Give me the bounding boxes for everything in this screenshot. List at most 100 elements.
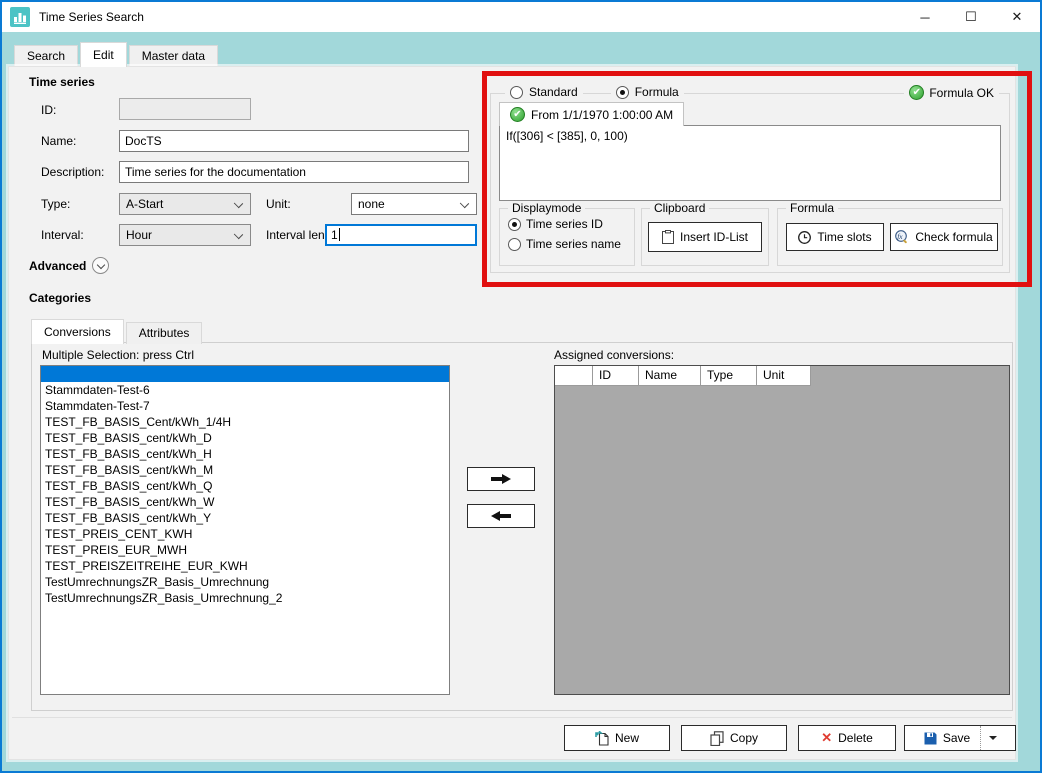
title-bar: Time Series Search ─ ☐ ✕	[2, 2, 1040, 32]
tab-edit[interactable]: Edit	[80, 42, 127, 67]
list-item[interactable]: TestUmrechnungsZR_Basis_Umrechnung	[41, 574, 449, 590]
formula-mode-groupbox: Standard Formula ✔ Formula OK ✔ From 1/1…	[490, 93, 1010, 273]
clipboard-icon	[662, 230, 674, 244]
categories-tabstrip: Conversions Attributes	[31, 319, 204, 344]
conversions-listbox[interactable]: Stammdaten-Test-6Stammdaten-Test-7TEST_F…	[40, 365, 450, 695]
assigned-conversions-label: Assigned conversions:	[554, 348, 674, 362]
unit-dropdown[interactable]: none	[351, 193, 477, 215]
column-header-id[interactable]: ID	[593, 366, 639, 386]
formula-buttons-groupbox: Formula Time slots fx Check formula	[777, 208, 1003, 266]
red-x-icon: ✕	[821, 730, 832, 746]
green-check-icon: ✔	[510, 107, 525, 122]
formula-input[interactable]: If([306] < [385], 0, 100)	[499, 125, 1001, 201]
type-label: Type:	[41, 197, 70, 211]
assigned-conversions-grid: IDNameTypeUnit	[554, 365, 1010, 695]
green-check-icon: ✔	[909, 85, 924, 100]
assigned-grid-header: IDNameTypeUnit	[555, 366, 1009, 386]
list-item[interactable]: Stammdaten-Test-6	[41, 382, 449, 398]
conversions-tab-page: Multiple Selection: press Ctrl Stammdate…	[31, 342, 1013, 711]
description-field[interactable]: Time series for the documentation	[119, 161, 469, 183]
clock-icon	[798, 231, 811, 244]
text-cursor	[339, 228, 340, 241]
maximize-icon[interactable]: ☐	[948, 2, 994, 32]
new-button[interactable]: New	[564, 725, 670, 751]
displaymode-groupbox: Displaymode Time series ID Time series n…	[499, 208, 635, 266]
minimize-icon[interactable]: ─	[902, 2, 948, 32]
insert-id-list-button[interactable]: Insert ID-List	[648, 222, 762, 252]
close-icon[interactable]: ✕	[994, 2, 1040, 32]
tab-master-data[interactable]: Master data	[129, 45, 218, 67]
expand-advanced-icon[interactable]	[92, 257, 109, 274]
check-formula-button[interactable]: fx Check formula	[890, 223, 998, 251]
copy-icon	[710, 731, 724, 746]
arrow-left-icon	[490, 510, 512, 522]
name-field[interactable]: DocTS	[119, 130, 469, 152]
list-item[interactable]: TEST_FB_BASIS_cent/kWh_D	[41, 430, 449, 446]
list-item[interactable]: TEST_FB_BASIS_cent/kWh_Y	[41, 510, 449, 526]
formula-from-tab[interactable]: ✔ From 1/1/1970 1:00:00 AM	[499, 102, 684, 126]
list-item[interactable]: TEST_FB_BASIS_Cent/kWh_1/4H	[41, 414, 449, 430]
time-series-id-radio[interactable]: Time series ID	[508, 217, 603, 231]
interval-dropdown[interactable]: Hour	[119, 224, 251, 246]
chevron-down-icon	[234, 199, 243, 208]
save-dropdown-arrow[interactable]	[980, 726, 1004, 750]
list-item[interactable]: TEST_PREIS_EUR_MWH	[41, 542, 449, 558]
radio-icon	[508, 238, 521, 251]
interval-length-field[interactable]: 1	[325, 224, 477, 246]
column-header-name[interactable]: Name	[639, 366, 701, 386]
unassign-left-button[interactable]	[467, 504, 535, 528]
tab-attributes[interactable]: Attributes	[126, 322, 203, 344]
window-title: Time Series Search	[39, 10, 144, 24]
type-dropdown[interactable]: A-Start	[119, 193, 251, 215]
standard-radio[interactable]: Standard	[505, 85, 583, 99]
triangle-down-icon	[989, 736, 997, 740]
list-item[interactable]: TestUmrechnungsZR_Basis_Umrechnung_2	[41, 590, 449, 606]
multi-selection-hint: Multiple Selection: press Ctrl	[42, 348, 194, 362]
bottom-divider	[12, 717, 1012, 718]
list-item[interactable]: TEST_PREISZEITREIHE_EUR_KWH	[41, 558, 449, 574]
svg-text:fx: fx	[898, 232, 904, 241]
save-button[interactable]: Save	[904, 725, 1016, 751]
radio-checked-icon	[616, 86, 629, 99]
list-item[interactable]	[41, 366, 449, 382]
list-item[interactable]: Stammdaten-Test-7	[41, 398, 449, 414]
column-header-type[interactable]: Type	[701, 366, 757, 386]
chevron-down-icon	[460, 199, 469, 208]
column-header-unit[interactable]: Unit	[757, 366, 811, 386]
interval-label: Interval:	[41, 228, 84, 242]
assign-right-button[interactable]	[467, 467, 535, 491]
list-item[interactable]: TEST_FB_BASIS_cent/kWh_H	[41, 446, 449, 462]
save-floppy-icon	[924, 732, 937, 745]
column-header-selector[interactable]	[555, 366, 593, 386]
radio-icon	[510, 86, 523, 99]
list-item[interactable]: TEST_FB_BASIS_cent/kWh_W	[41, 494, 449, 510]
tab-search[interactable]: Search	[14, 45, 78, 67]
name-label: Name:	[41, 134, 76, 148]
copy-button[interactable]: Copy	[681, 725, 787, 751]
tab-conversions[interactable]: Conversions	[31, 319, 124, 344]
edit-tab-page: Time series ID: Name: DocTS Description:…	[8, 66, 1016, 760]
clipboard-groupbox: Clipboard Insert ID-List	[641, 208, 769, 266]
unit-label: Unit:	[266, 197, 291, 211]
chevron-down-icon	[234, 230, 243, 239]
time-slots-button[interactable]: Time slots	[786, 223, 884, 251]
time-series-heading: Time series	[29, 75, 95, 89]
description-label: Description:	[41, 165, 104, 179]
fx-magnifier-icon: fx	[895, 230, 909, 244]
formula-radio[interactable]: Formula	[611, 85, 684, 99]
advanced-heading: Advanced	[29, 259, 86, 273]
main-tabstrip: Search Edit Master data	[14, 42, 220, 67]
list-item[interactable]: TEST_PREIS_CENT_KWH	[41, 526, 449, 542]
categories-heading: Categories	[29, 291, 91, 305]
formula-ok-status: ✔ Formula OK	[904, 85, 999, 100]
time-series-name-radio[interactable]: Time series name	[508, 237, 621, 251]
new-document-icon	[595, 731, 609, 746]
app-icon	[10, 7, 30, 27]
delete-button[interactable]: ✕ Delete	[798, 725, 896, 751]
app-window: Time Series Search ─ ☐ ✕ Search Edit Mas…	[0, 0, 1042, 773]
id-label: ID:	[41, 103, 56, 117]
id-field	[119, 98, 251, 120]
list-item[interactable]: TEST_FB_BASIS_cent/kWh_Q	[41, 478, 449, 494]
radio-checked-icon	[508, 218, 521, 231]
list-item[interactable]: TEST_FB_BASIS_cent/kWh_M	[41, 462, 449, 478]
